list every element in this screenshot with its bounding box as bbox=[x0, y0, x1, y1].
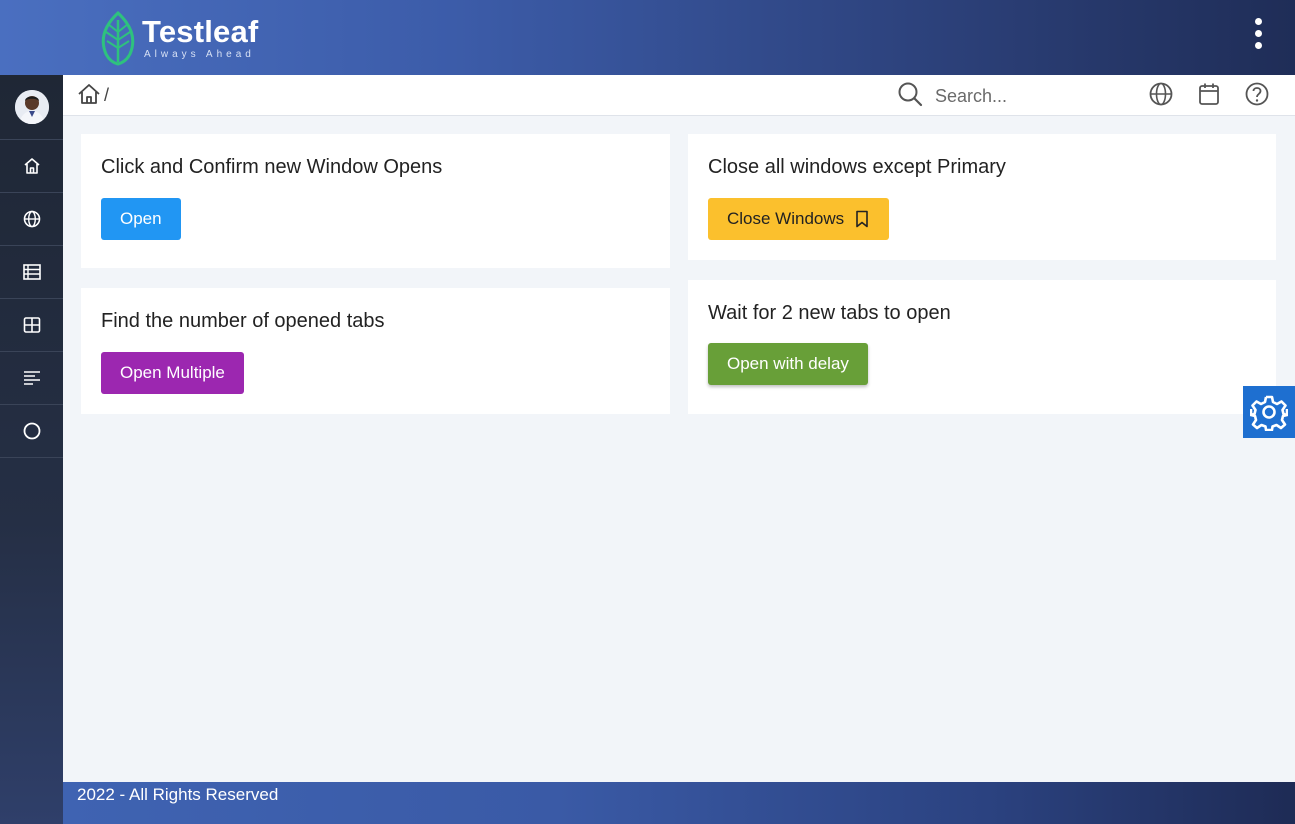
table-icon bbox=[22, 264, 41, 280]
brand-logo[interactable]: Testleaf Always Ahead bbox=[98, 10, 258, 66]
help-icon[interactable] bbox=[1244, 81, 1270, 107]
breadcrumb-separator: / bbox=[104, 85, 110, 105]
card-title: Find the number of opened tabs bbox=[101, 310, 385, 332]
card-title: Close all windows except Primary bbox=[708, 156, 1006, 178]
circle-icon bbox=[23, 422, 40, 440]
card-count-tabs: Find the number of opened tabs Open Mult… bbox=[81, 288, 670, 414]
sidebar-item-home[interactable] bbox=[0, 140, 63, 193]
close-windows-label: Close Windows bbox=[727, 209, 845, 228]
sidebar-item-table[interactable] bbox=[0, 246, 63, 299]
globe-icon bbox=[23, 210, 40, 228]
brand-name: Testleaf bbox=[142, 14, 259, 49]
sidebar-item-circle[interactable] bbox=[0, 405, 63, 458]
user-avatar-container[interactable] bbox=[0, 75, 63, 140]
top-bar: Testleaf Always Ahead bbox=[0, 0, 1295, 75]
close-windows-button[interactable]: Close Windows bbox=[708, 198, 890, 240]
bookmark-icon bbox=[856, 210, 868, 228]
card-title: Wait for 2 new tabs to open bbox=[708, 302, 951, 324]
search-input[interactable] bbox=[935, 83, 1115, 109]
open-multiple-button[interactable]: Open Multiple bbox=[101, 352, 244, 394]
leaf-logo-icon bbox=[101, 10, 135, 66]
card-close-windows: Close all windows except Primary Close W… bbox=[688, 134, 1276, 260]
breadcrumb-home-icon[interactable] bbox=[77, 83, 101, 105]
sidebar bbox=[0, 75, 63, 824]
align-left-icon bbox=[23, 371, 40, 385]
sidebar-item-align-left[interactable] bbox=[0, 352, 63, 405]
grid-icon bbox=[23, 317, 40, 333]
card-window-open: Click and Confirm new Window Opens Open bbox=[81, 134, 670, 268]
search-icon[interactable] bbox=[897, 81, 923, 107]
sidebar-item-grid[interactable] bbox=[0, 299, 63, 352]
globe-icon[interactable] bbox=[1148, 81, 1174, 107]
open-with-delay-button[interactable]: Open with delay bbox=[708, 343, 868, 385]
avatar[interactable] bbox=[14, 90, 49, 124]
settings-button[interactable] bbox=[1243, 386, 1295, 438]
open-button[interactable]: Open bbox=[101, 198, 181, 240]
calendar-icon[interactable] bbox=[1196, 81, 1222, 107]
home-icon bbox=[23, 158, 40, 174]
gear-icon bbox=[1250, 395, 1288, 431]
footer-copyright: 2022 - All Rights Reserved bbox=[77, 785, 279, 804]
sidebar-item-globe[interactable] bbox=[0, 193, 63, 246]
card-wait-tabs: Wait for 2 new tabs to open Open with de… bbox=[688, 280, 1276, 414]
breadcrumb: / bbox=[63, 75, 1295, 116]
brand-tagline: Always Ahead bbox=[144, 49, 255, 60]
footer: 2022 - All Rights Reserved bbox=[63, 782, 1295, 824]
kebab-menu-icon[interactable] bbox=[1248, 18, 1268, 58]
card-title: Click and Confirm new Window Opens bbox=[101, 156, 443, 178]
